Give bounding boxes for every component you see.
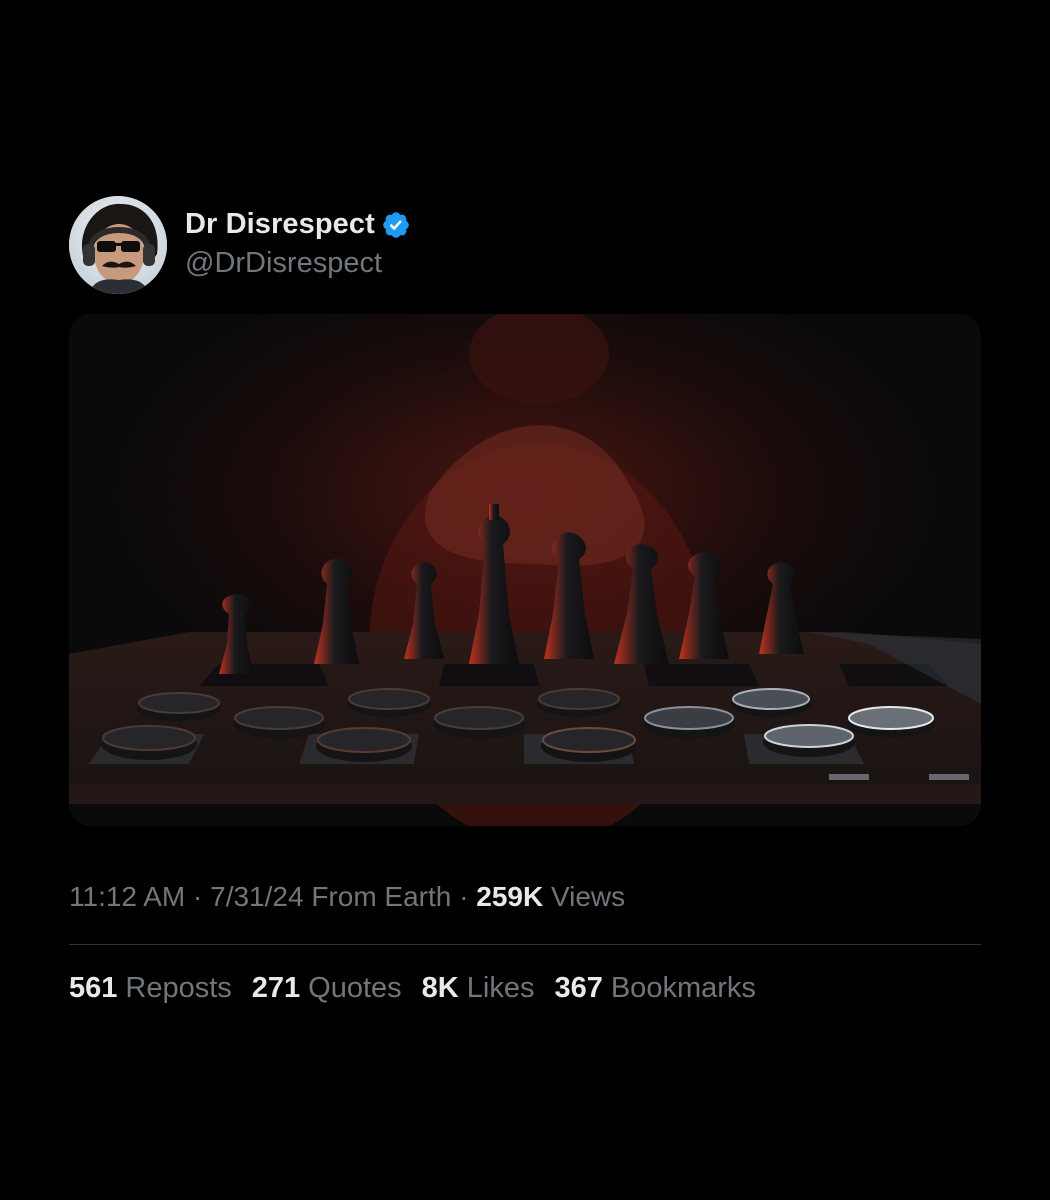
likes-count: 8K	[421, 972, 459, 1004]
display-name[interactable]: Dr Disrespect	[185, 208, 375, 241]
views-label: Views	[550, 881, 626, 912]
meta-separator: ·	[193, 881, 203, 912]
author-handle[interactable]: @DrDisrespect	[185, 247, 382, 280]
bookmarks-count: 367	[554, 972, 603, 1004]
stat-reposts[interactable]: 561 Reposts	[69, 972, 232, 1005]
verified-badge-icon	[381, 210, 411, 240]
divider	[69, 944, 981, 945]
post-location: From Earth	[311, 881, 452, 912]
reposts-label: Reposts	[125, 972, 232, 1004]
bookmarks-label: Bookmarks	[610, 972, 756, 1004]
avatar[interactable]	[69, 196, 167, 294]
stat-quotes[interactable]: 271 Quotes	[252, 972, 402, 1005]
author-name-row[interactable]: Dr Disrespect	[185, 208, 411, 241]
engagement-stats: 561 Reposts 271 Quotes 8K Likes 367 Bookmark…	[69, 972, 756, 1005]
stat-likes[interactable]: 8K Likes	[422, 972, 535, 1005]
media-image[interactable]	[69, 314, 981, 826]
meta-separator-2: ·	[459, 881, 469, 912]
post-time[interactable]: 11:12 AM	[69, 881, 185, 912]
stat-bookmarks[interactable]: 367 Bookmarks	[554, 972, 755, 1005]
quotes-count: 271	[251, 972, 301, 1004]
tweet-meta: 11:12 AM · 7/31/24 From Earth · 259K Vie…	[69, 881, 625, 913]
quotes-label: Quotes	[308, 972, 402, 1004]
reposts-count: 561	[69, 972, 118, 1004]
likes-label: Likes	[466, 972, 535, 1004]
post-date[interactable]: 7/31/24	[210, 881, 303, 912]
views-count: 259K	[476, 881, 544, 912]
